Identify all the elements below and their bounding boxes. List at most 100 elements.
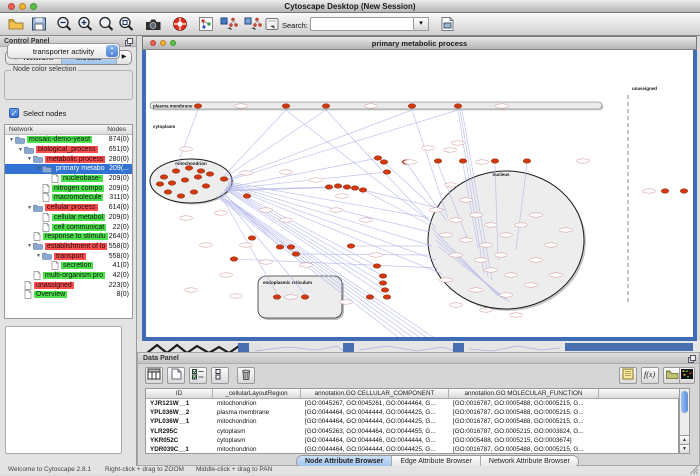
graph-node-label[interactable] [496, 104, 509, 108]
table-cell[interactable] [599, 408, 680, 417]
attribute-browser-icon[interactable] [437, 15, 457, 34]
tree-column-nodes[interactable]: Nodes [107, 126, 126, 133]
search-input[interactable] [310, 17, 414, 31]
graph-node-label[interactable] [215, 211, 228, 215]
expand-triangle-icon[interactable]: ▼ [8, 137, 15, 143]
graph-node[interactable] [680, 189, 688, 194]
tree-row[interactable]: nucleobase-209(0) [5, 174, 132, 184]
graph-node[interactable] [661, 189, 669, 194]
select-attributes-icon[interactable] [189, 367, 207, 384]
graph-node[interactable] [459, 159, 467, 164]
zoom-in-icon[interactable] [76, 15, 96, 34]
table-cell[interactable]: [GO:0016787, GO:0005488, GO:0005215, G..… [449, 399, 599, 408]
graph-node[interactable] [248, 236, 256, 241]
graph-node[interactable] [408, 104, 416, 109]
graph-node[interactable] [230, 257, 238, 262]
tree-row[interactable]: ▼biological_process651(0) [5, 145, 132, 155]
graph-node-label[interactable] [495, 253, 508, 257]
graph-node-label[interactable] [300, 263, 313, 267]
graph-node[interactable] [373, 264, 381, 269]
table-cell[interactable]: [GO:0016787, GO:0005215, GO:0003824, G..… [449, 427, 599, 436]
tree-row[interactable]: ▼transport558(0) [5, 251, 132, 261]
table-cell[interactable]: [GO:0005488, GO:0005215, GO:0003674] [449, 436, 599, 445]
graph-node-label[interactable] [450, 253, 463, 257]
graph-node-label[interactable] [370, 253, 383, 257]
table-column-header[interactable]: ID [146, 389, 213, 398]
graph-node-label[interactable] [280, 170, 293, 174]
graph-node-label[interactable] [200, 243, 213, 247]
tree-row[interactable]: cellular metabol209(0) [5, 213, 132, 223]
graph-node[interactable] [282, 104, 290, 109]
graph-node[interactable] [190, 190, 198, 195]
table-column-header[interactable]: _cellularLayoutRegion [213, 389, 301, 398]
graph-node-label[interactable] [470, 213, 483, 217]
graph-node-label[interactable] [480, 243, 493, 247]
graph-node-label[interactable] [340, 300, 353, 304]
graph-node-label[interactable] [365, 104, 378, 108]
graph-node[interactable] [380, 160, 388, 165]
graph-node-label[interactable] [470, 288, 483, 292]
graph-node[interactable] [194, 104, 202, 109]
graph-node[interactable] [383, 170, 391, 175]
tree-column-network[interactable]: Network [9, 126, 33, 133]
graph-node-label[interactable] [450, 303, 463, 307]
graph-node-label[interactable] [444, 148, 457, 152]
node-color-dropdown[interactable]: transporter activity ▲▼ [7, 43, 120, 59]
matrix-view-icon[interactable] [679, 367, 695, 384]
graph-node[interactable] [374, 156, 382, 161]
graph-node-label[interactable] [240, 171, 253, 175]
graph-node-label[interactable] [235, 104, 248, 108]
table-cell[interactable] [599, 427, 680, 436]
tree-row[interactable]: ▼primary metabo209(... [5, 164, 132, 174]
graph-node-label[interactable] [240, 243, 253, 247]
import-network-icon[interactable] [262, 15, 282, 34]
graph-node[interactable] [177, 194, 185, 199]
graph-node[interactable] [301, 295, 309, 300]
function-builder-icon[interactable]: f(x) [641, 367, 659, 384]
snapshot-camera-icon[interactable] [143, 15, 163, 34]
create-attribute-icon[interactable] [167, 367, 185, 384]
graph-node-label[interactable] [440, 233, 453, 237]
float-window-icon[interactable] [125, 38, 133, 50]
graph-node-label[interactable] [500, 233, 513, 237]
table-row[interactable]: YDR039C__1mitochondrion[GO:0044464, GO:0… [146, 445, 678, 454]
graph-node-label[interactable] [260, 208, 273, 212]
table-cell[interactable]: mitochondrion [213, 417, 301, 426]
graph-node-label[interactable] [515, 223, 528, 227]
table-column-header[interactable]: annotation.GO MOLECULAR_FUNCTION [449, 389, 599, 398]
table-cell[interactable]: mitochondrion [213, 399, 301, 408]
table-column-header[interactable] [599, 389, 680, 398]
graph-node[interactable] [292, 252, 300, 257]
table-cell[interactable] [599, 399, 680, 408]
expand-triangle-icon[interactable]: ▼ [26, 205, 33, 211]
select-nodes-checkbox[interactable]: ✓ [9, 108, 19, 118]
table-cell[interactable]: YKR052C [146, 436, 213, 445]
delete-attribute-trash-icon[interactable] [237, 367, 255, 384]
table-cell[interactable]: YJR121W__1 [146, 399, 213, 408]
graph-node[interactable] [381, 288, 389, 293]
tree-row[interactable]: ▼establishment of lo558(0) [5, 242, 132, 252]
graph-node[interactable] [347, 244, 355, 249]
graph-node-label[interactable] [230, 294, 243, 298]
preset-network-icon[interactable] [196, 15, 216, 34]
table-cell[interactable]: plasma membrane [213, 408, 301, 417]
tree-row[interactable]: multi-organism pro42(0) [5, 271, 132, 281]
graph-node[interactable] [197, 169, 205, 174]
graph-node[interactable] [164, 190, 172, 195]
graph-node-label[interactable] [360, 218, 373, 222]
table-row[interactable]: YKR052Ccytoplasm[GO:0044464, GO:0044446,… [146, 436, 678, 445]
table-cell[interactable]: [GO:0045267, GO:0045261, GO:0044464, G..… [301, 399, 449, 408]
table-cell[interactable]: [GO:0016787, GO:0005488, GO:0005215, G..… [449, 408, 599, 417]
graph-node[interactable] [276, 245, 284, 250]
graph-node-label[interactable] [545, 243, 558, 247]
nucleus-region[interactable] [428, 171, 584, 309]
table-cell[interactable]: mitochondrion [213, 445, 301, 454]
graph-node-label[interactable] [180, 216, 193, 220]
graph-node-label[interactable] [525, 283, 538, 287]
network-canvas[interactable]: plasma membrane cytoplasm mitochondrion … [142, 50, 697, 341]
scroll-up-icon[interactable]: ▲ [680, 435, 689, 444]
graph-node[interactable] [202, 184, 210, 189]
unselect-attributes-icon[interactable] [211, 367, 229, 384]
graph-node-label[interactable] [220, 273, 233, 277]
graph-node-label[interactable] [404, 160, 417, 164]
